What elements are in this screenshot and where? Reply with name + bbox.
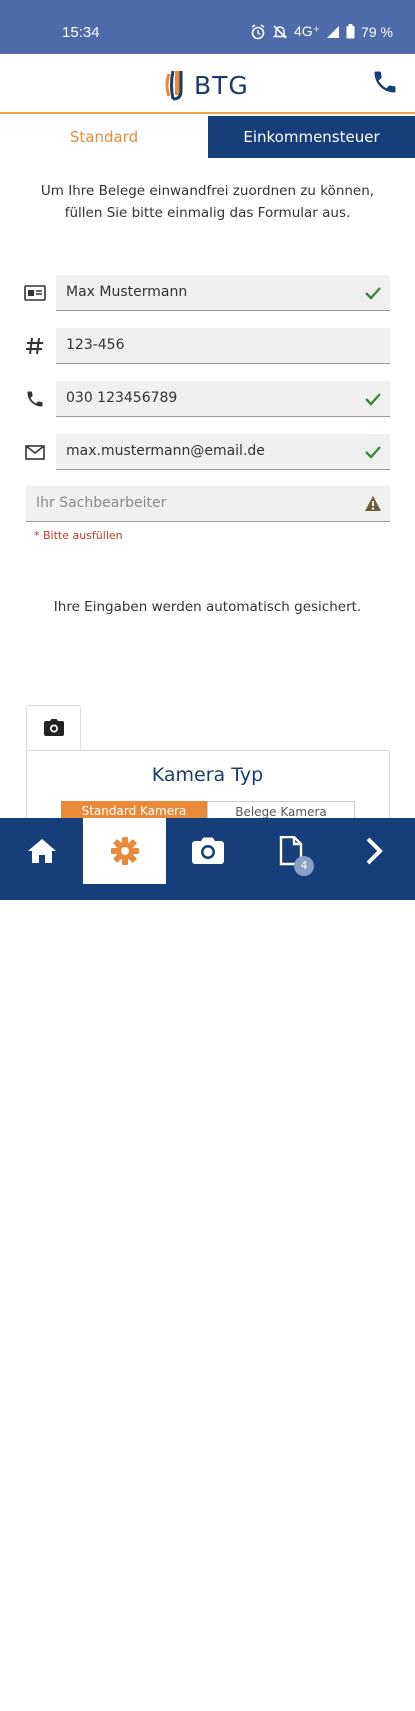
camera-type-selector: Standard Kamera Belege Kamera <box>61 801 355 819</box>
logo-text: BTG <box>194 70 249 100</box>
phone-call-icon[interactable] <box>371 68 399 96</box>
network-label: 4G⁺ <box>294 23 321 39</box>
mute-icon <box>272 24 288 39</box>
autosave-note: Ihre Eingaben werden automatisch gesiche… <box>53 599 362 615</box>
chevron-right-icon <box>366 837 383 865</box>
tab-einkommensteuer[interactable]: Einkommensteuer <box>208 116 415 158</box>
home-icon <box>27 839 56 863</box>
form-tabs: Standard Einkommensteuer <box>0 116 415 158</box>
nav-next[interactable] <box>332 818 415 884</box>
camera-icon <box>191 837 224 864</box>
alarm-icon <box>251 23 265 39</box>
battery-label: 79 % <box>361 23 393 40</box>
status-time: 15:34 <box>62 24 100 41</box>
option-belege-kamera[interactable]: Belege Kamera <box>207 801 355 819</box>
number-value: 123-456 <box>66 337 125 353</box>
field-number-row: 123-456 <box>0 328 415 364</box>
phone-icon <box>27 391 43 407</box>
camera-icon <box>44 719 64 736</box>
sachbearbeiter-input[interactable]: Ihr Sachbearbeiter <box>26 486 390 522</box>
field-phone-row: 030 123456789 <box>0 381 415 417</box>
bottom-nav: 4 <box>0 818 415 1711</box>
camera-type-title: Kamera Typ <box>151 764 264 786</box>
form-intro-text: Um Ihre Belege einwandfrei zuordnen zu k… <box>40 183 375 221</box>
nav-documents[interactable]: 4 <box>249 818 332 884</box>
gear-icon <box>110 837 139 865</box>
camera-settings-tab[interactable] <box>26 705 81 751</box>
signal-icon <box>327 25 340 38</box>
email-value: max.mustermann@email.de <box>66 443 265 459</box>
check-icon <box>365 287 381 300</box>
name-input[interactable]: Max Mustermann <box>56 275 390 311</box>
gesture-bar[interactable] <box>170 1707 246 1711</box>
option-standard-kamera[interactable]: Standard Kamera <box>61 801 207 819</box>
sachbearbeiter-placeholder: Ihr Sachbearbeiter <box>36 495 167 511</box>
check-icon <box>365 446 381 459</box>
status-bar: 15:34 4G⁺ 79 % <box>0 0 415 54</box>
nav-settings[interactable] <box>83 818 166 884</box>
email-input[interactable]: max.mustermann@email.de <box>56 434 390 470</box>
nav-camera[interactable] <box>166 818 249 884</box>
tab-standard[interactable]: Standard <box>0 116 208 158</box>
btg-logo-mark <box>165 70 183 101</box>
field-name-row: Max Mustermann <box>0 275 415 311</box>
field-email-row: max.mustermann@email.de <box>0 434 415 470</box>
name-value: Max Mustermann <box>66 284 188 300</box>
hash-icon <box>26 337 43 355</box>
btg-logo: BTG <box>163 68 249 102</box>
phone-input[interactable]: 030 123456789 <box>56 381 390 417</box>
documents-badge: 4 <box>294 856 314 876</box>
battery-icon <box>346 24 355 39</box>
mail-icon <box>25 445 45 460</box>
required-hint: * Bitte ausfüllen <box>34 529 123 542</box>
app-header: BTG <box>0 54 415 114</box>
nav-home[interactable] <box>0 818 83 884</box>
warning-icon <box>365 496 381 511</box>
check-icon <box>365 393 381 406</box>
id-card-icon <box>24 285 46 301</box>
phone-value: 030 123456789 <box>66 390 178 406</box>
number-input[interactable]: 123-456 <box>56 328 390 364</box>
